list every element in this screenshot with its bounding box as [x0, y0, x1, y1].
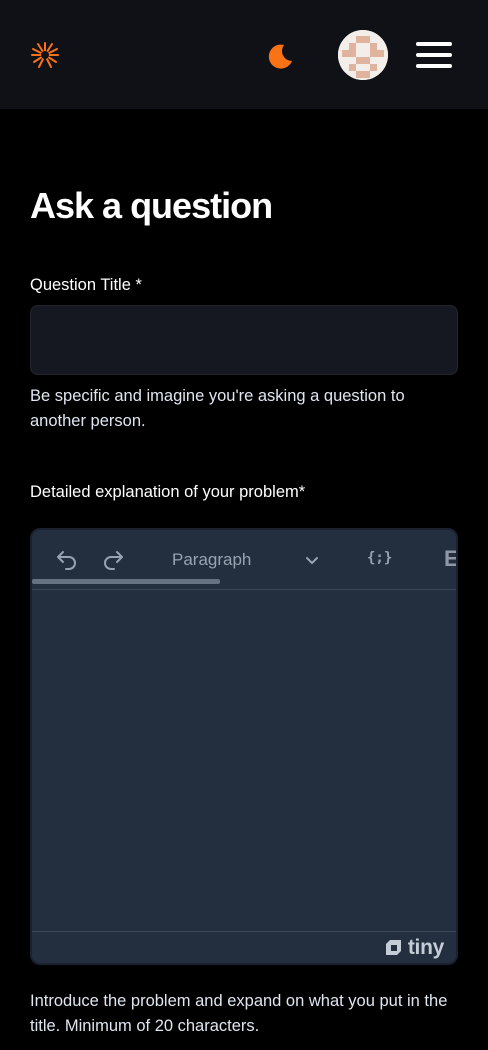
editor-statusbar: tiny: [32, 931, 456, 963]
undo-icon[interactable]: [54, 546, 80, 572]
rich-text-editor: Paragraph {;} E tiny: [30, 528, 458, 965]
block-format-value: Paragraph: [172, 550, 252, 569]
code-sample-icon[interactable]: {;}: [367, 550, 392, 566]
moon-icon[interactable]: [265, 41, 295, 71]
top-navbar: [0, 0, 488, 109]
editor-toolbar: Paragraph {;} E: [32, 530, 456, 590]
sunburst-logo-icon[interactable]: [30, 40, 60, 70]
tiny-brand-text: tiny: [407, 936, 444, 959]
question-title-input[interactable]: [30, 305, 458, 375]
question-title-helper: Be specific and imagine you're asking a …: [30, 387, 405, 430]
pixel-avatar: [338, 30, 388, 80]
question-title-label: Question Title *: [30, 276, 142, 294]
editor-content-area[interactable]: [32, 590, 456, 933]
avatar[interactable]: [338, 30, 388, 80]
explanation-label: Detailed explanation of your problem*: [30, 483, 306, 501]
chevron-down-icon[interactable]: [304, 552, 320, 568]
redo-icon[interactable]: [100, 546, 126, 572]
tiny-brand-link[interactable]: tiny: [384, 936, 444, 960]
page-title: Ask a question: [30, 185, 273, 226]
block-format-select[interactable]: Paragraph: [172, 550, 322, 576]
tiny-logo-icon: [385, 940, 401, 955]
explanation-helper: Introduce the problem and expand on what…: [30, 992, 448, 1035]
toolbar-overflow-button[interactable]: E: [444, 546, 456, 572]
toolbar-scrollbar[interactable]: [32, 579, 220, 584]
hamburger-menu-icon[interactable]: [416, 42, 454, 70]
